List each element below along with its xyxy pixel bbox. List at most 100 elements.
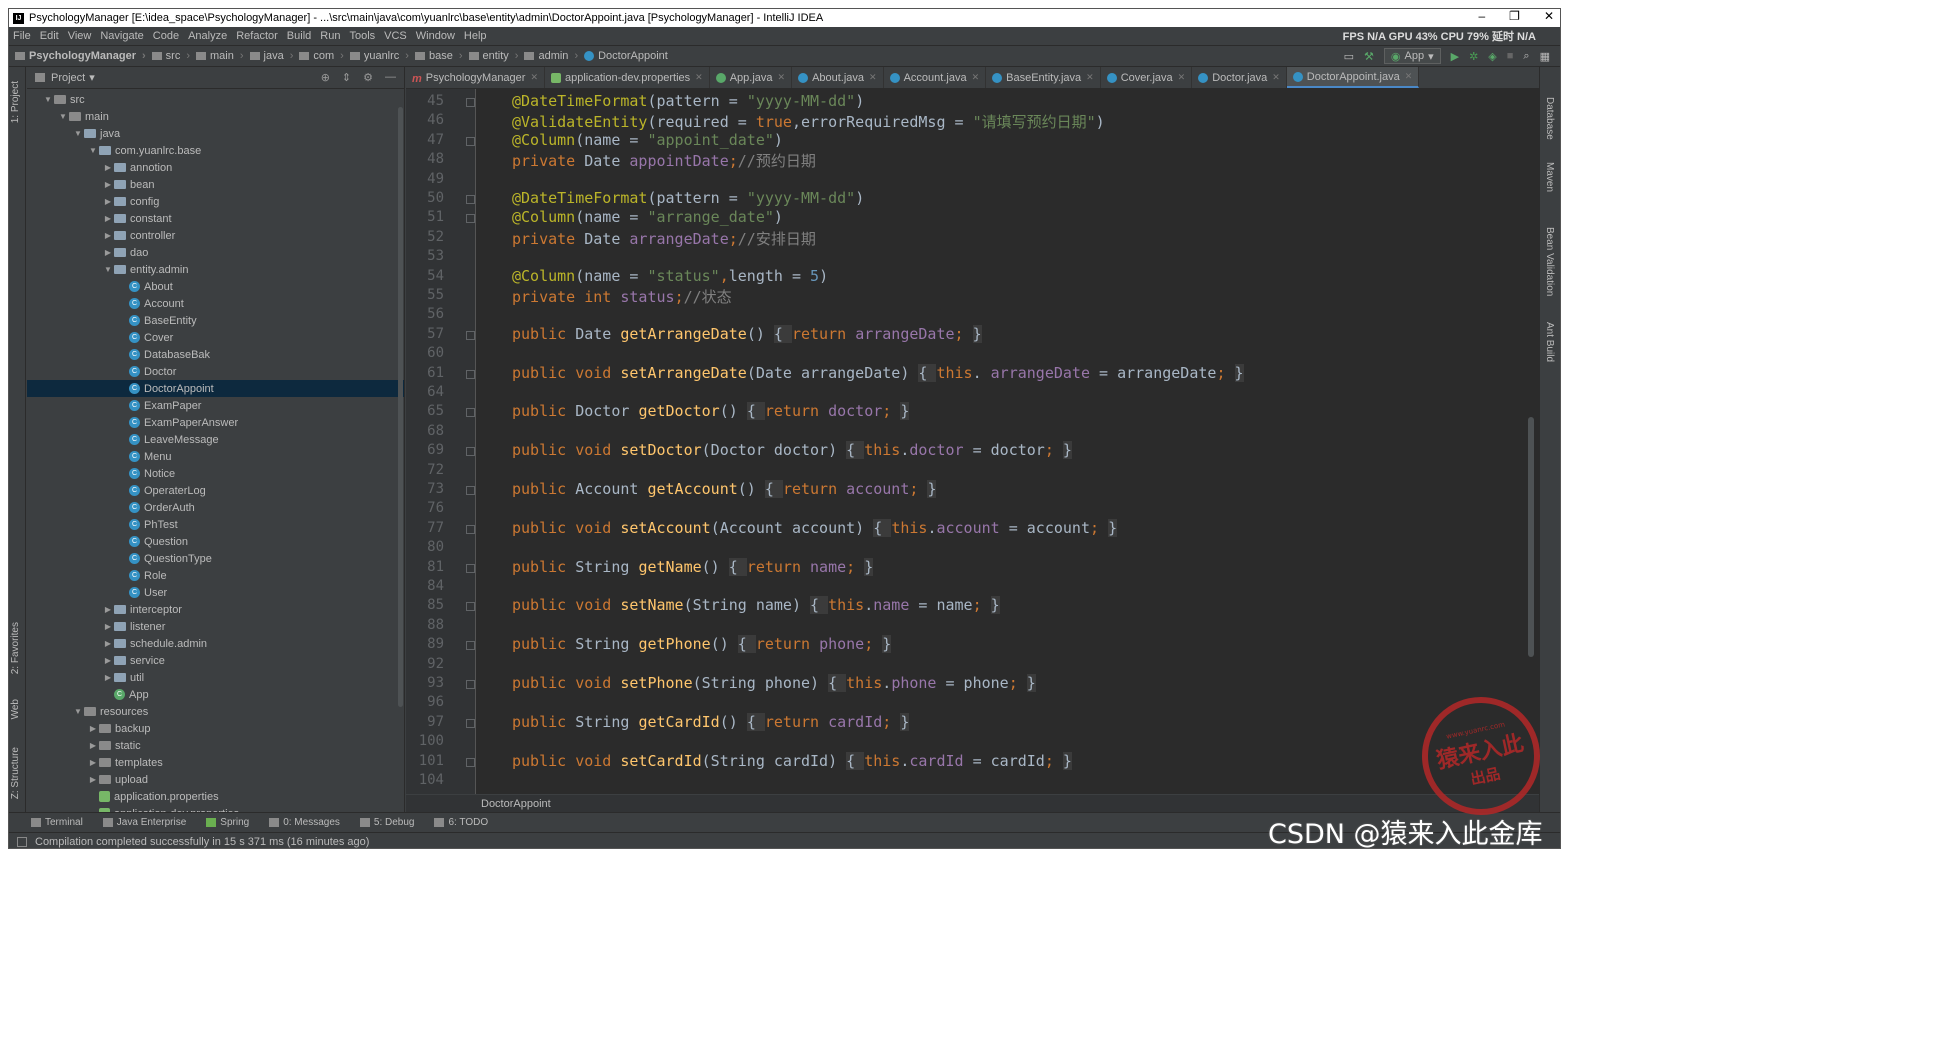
tree-item[interactable]: C LeaveMessage [27, 431, 404, 448]
fold-marker-icon[interactable] [466, 195, 475, 204]
tool-messages[interactable]: 0: Messages [269, 817, 340, 828]
collapsed-arrow-icon[interactable]: ▶ [102, 214, 114, 223]
breadcrumb-item[interactable]: yuanlrc › [349, 50, 409, 62]
tree-item[interactable]: application-dev.properties [27, 805, 404, 812]
menu-view[interactable]: View [68, 30, 92, 42]
tree-item[interactable]: C Cover [27, 329, 404, 346]
tree-item[interactable]: ▶ templates [27, 754, 404, 771]
coverage-icon[interactable]: ◈ [1488, 50, 1496, 63]
tree-item[interactable]: ▼ entity.admin [27, 261, 404, 278]
tree-item[interactable]: ▶ controller [27, 227, 404, 244]
tool-debug[interactable]: 5: Debug [359, 817, 414, 828]
tree-item[interactable]: C ExamPaperAnswer [27, 414, 404, 431]
collapsed-arrow-icon[interactable]: ▶ [102, 248, 114, 257]
collapsed-arrow-icon[interactable]: ▶ [87, 724, 99, 733]
tree-item[interactable]: C BaseEntity [27, 312, 404, 329]
code-view[interactable]: @DateTimeFormat(pattern = "yyyy-MM-dd") @… [482, 89, 1540, 794]
tree-item[interactable]: ▶ upload [27, 771, 404, 788]
close-tab-icon[interactable]: ✕ [1086, 72, 1094, 83]
tree-item[interactable]: ▶ interceptor [27, 601, 404, 618]
editor-breadcrumb-item[interactable]: DoctorAppoint [481, 798, 551, 810]
tab-structure[interactable]: Z: Structure [10, 747, 21, 799]
tree-item[interactable]: C QuestionType [27, 550, 404, 567]
menu-code[interactable]: Code [153, 30, 179, 42]
run-config-select[interactable]: ◉ App ▾ [1383, 48, 1441, 64]
fold-marker-icon[interactable] [466, 214, 475, 224]
fold-marker-icon[interactable] [466, 408, 475, 418]
editor-tab[interactable]: DoctorAppoint.java ✕ [1286, 67, 1420, 88]
fold-marker-icon[interactable] [466, 563, 475, 573]
fold-marker-icon[interactable] [466, 330, 475, 340]
tree-item[interactable]: ▼ resources [27, 703, 404, 720]
tab-maven[interactable]: Maven [1544, 162, 1555, 192]
menu-file[interactable]: File [13, 30, 31, 42]
close-tab-icon[interactable]: ✕ [1178, 72, 1186, 83]
hide-icon[interactable]: — [385, 71, 396, 84]
close-tab-icon[interactable]: ✕ [1405, 71, 1413, 82]
tree-item[interactable]: ▼ com.yuanlrc.base [27, 142, 404, 159]
breadcrumb-item[interactable]: base › [414, 50, 463, 62]
close-button[interactable]: ✕ [1544, 9, 1554, 23]
collapsed-arrow-icon[interactable]: ▶ [102, 673, 114, 682]
breadcrumb-item[interactable]: entity › [468, 50, 518, 62]
expanded-arrow-icon[interactable]: ▼ [57, 112, 69, 121]
tree-item[interactable]: C Menu [27, 448, 404, 465]
close-tab-icon[interactable]: ✕ [972, 72, 980, 83]
close-tab-icon[interactable]: ✕ [869, 72, 877, 83]
tree-item[interactable]: ▼ java [27, 125, 404, 142]
close-tab-icon[interactable]: ✕ [1272, 72, 1280, 83]
tree-item[interactable]: ▶ service [27, 652, 404, 669]
tool-spring[interactable]: Spring [206, 817, 249, 828]
debug-icon[interactable]: ✲ [1469, 50, 1478, 63]
collapsed-arrow-icon[interactable]: ▶ [87, 741, 99, 750]
minimize-button[interactable]: – [1478, 9, 1485, 23]
tab-ant-build[interactable]: Ant Build [1544, 322, 1555, 362]
project-view-select[interactable]: Project [51, 72, 85, 84]
tree-item[interactable]: ▶ listener [27, 618, 404, 635]
fold-marker-icon[interactable] [466, 757, 475, 767]
expanded-arrow-icon[interactable]: ▼ [87, 146, 99, 155]
editor-tab[interactable]: BaseEntity.java ✕ [986, 67, 1101, 88]
collapsed-arrow-icon[interactable]: ▶ [102, 163, 114, 172]
tree-item[interactable]: C ExamPaper [27, 397, 404, 414]
tree-item[interactable]: C Role [27, 567, 404, 584]
collapsed-arrow-icon[interactable]: ▶ [87, 758, 99, 767]
collapsed-arrow-icon[interactable]: ▶ [102, 197, 114, 206]
tree-item[interactable]: C Account [27, 295, 404, 312]
editor-scrollbar[interactable] [1528, 417, 1534, 657]
collapsed-arrow-icon[interactable]: ▶ [87, 775, 99, 784]
fold-marker-icon[interactable] [466, 641, 475, 651]
menu-tools[interactable]: Tools [349, 30, 375, 42]
expanded-arrow-icon[interactable]: ▼ [72, 707, 84, 716]
tree-item[interactable]: C User [27, 584, 404, 601]
tab-bean-validation[interactable]: Bean Validation [1544, 227, 1555, 296]
gear-icon[interactable]: ⚙ [363, 71, 373, 84]
collapsed-arrow-icon[interactable]: ▶ [102, 231, 114, 240]
fold-marker-icon[interactable] [466, 524, 475, 534]
tab-web[interactable]: Web [10, 699, 21, 719]
build-hammer-icon[interactable]: ⚒ [1364, 50, 1374, 63]
tree-item[interactable]: ▶ schedule.admin [27, 635, 404, 652]
run-icon[interactable]: ▶ [1451, 50, 1459, 63]
expanded-arrow-icon[interactable]: ▼ [102, 265, 114, 274]
search-icon[interactable]: ⌕ [1523, 50, 1529, 63]
stop-icon[interactable]: ■ [1507, 50, 1514, 62]
collapsed-arrow-icon[interactable]: ▶ [102, 605, 114, 614]
menu-navigate[interactable]: Navigate [100, 30, 143, 42]
menu-refactor[interactable]: Refactor [236, 30, 278, 42]
tree-item[interactable]: C OperaterLog [27, 482, 404, 499]
project-scrollbar[interactable] [398, 107, 403, 707]
menu-analyze[interactable]: Analyze [188, 30, 227, 42]
menu-window[interactable]: Window [416, 30, 455, 42]
tree-item[interactable]: C DoctorAppoint [27, 380, 404, 397]
close-tab-icon[interactable]: ✕ [530, 72, 538, 83]
breadcrumb-item[interactable]: java › [249, 50, 293, 62]
tree-item[interactable]: ▶ static [27, 737, 404, 754]
editor-tab[interactable]: Account.java ✕ [884, 67, 987, 88]
fold-marker-icon[interactable] [466, 602, 475, 612]
breadcrumb-item[interactable]: PsychologyManager › [15, 50, 146, 62]
menu-vcs[interactable]: VCS [384, 30, 407, 42]
tree-item[interactable]: ▶ constant [27, 210, 404, 227]
editor-tab[interactable]: Cover.java ✕ [1101, 67, 1193, 88]
menu-run[interactable]: Run [320, 30, 340, 42]
